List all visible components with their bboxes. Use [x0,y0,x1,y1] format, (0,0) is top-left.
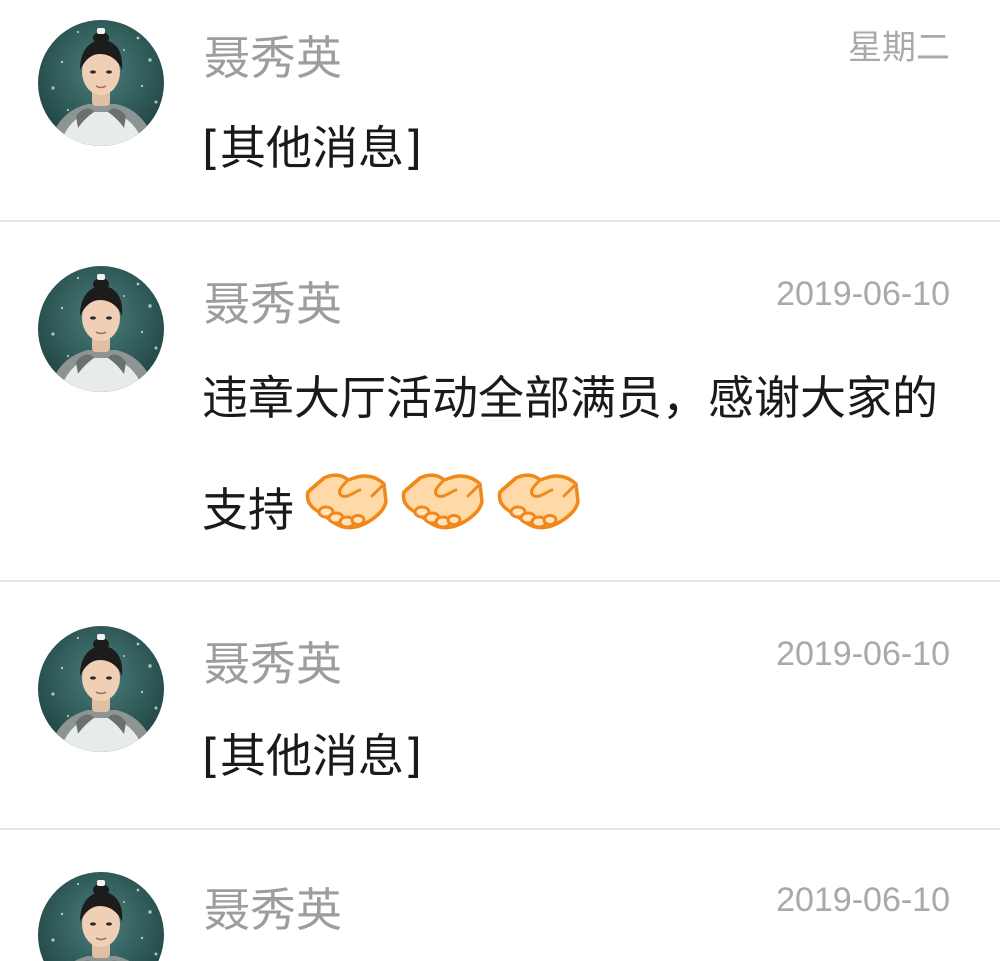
avatar[interactable] [38,20,164,146]
handshake-emoji [494,462,582,534]
sender-name: 聂秀英 [204,883,342,937]
timestamp: 星期二 [848,29,950,67]
message-preview: 违章大厅活动全部满员，感谢大家的支持 [202,342,962,566]
sender-name: 聂秀英 [204,637,342,691]
conversation-list: 聂秀英 星期二 [其他消息] 聂秀英 2019-06-10 违章大厅活动全部满员… [0,0,1000,961]
avatar[interactable] [38,872,164,961]
message-preview: [其他消息] [202,121,422,175]
handshake-emoji [302,462,390,534]
avatar[interactable] [38,266,164,392]
conversation-item[interactable]: 聂秀英 2019-06-10 [0,830,1000,961]
message-preview: [其他消息] [202,729,422,783]
conversation-item[interactable]: 聂秀英 2019-06-10 违章大厅活动全部满员，感谢大家的支持 [0,222,1000,582]
timestamp: 2019-06-10 [776,881,950,919]
sender-name: 聂秀英 [204,31,342,85]
conversation-item[interactable]: 聂秀英 2019-06-10 [其他消息] [0,582,1000,830]
timestamp: 2019-06-10 [776,635,950,673]
sender-name: 聂秀英 [204,277,342,331]
handshake-emoji [398,462,486,534]
avatar[interactable] [38,626,164,752]
timestamp: 2019-06-10 [776,275,950,313]
conversation-item[interactable]: 聂秀英 星期二 [其他消息] [0,0,1000,222]
